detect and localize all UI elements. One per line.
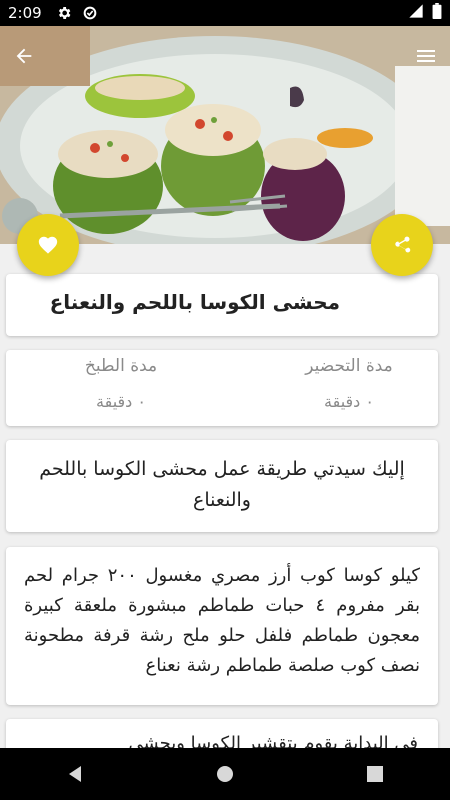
recipe-title: محشى الكوسا باللحم والنعناع [49, 290, 340, 314]
data-saver-icon [82, 5, 98, 21]
heart-icon [38, 236, 58, 254]
ingredients-text: كيلو كوسا كوب أرز مصري مغسول ٢٠٠ جرام لح… [24, 565, 420, 676]
recipe-hero-image [0, 26, 450, 244]
circle-home-icon [217, 766, 233, 782]
status-time: 2:09 [8, 4, 42, 22]
signal-icon [408, 3, 424, 23]
app-bar [0, 26, 450, 86]
recipe-intro-card: إليك سيدتي طريقة عمل محشى الكوسا باللحم … [6, 440, 438, 532]
ingredients-card: كيلو كوسا كوب أرز مصري مغسول ٢٠٠ جرام لح… [6, 547, 438, 705]
system-nav-bar [0, 748, 450, 800]
recipe-intro-text: إليك سيدتي طريقة عمل محشى الكوسا باللحم … [39, 458, 405, 511]
nav-recents-button[interactable] [345, 754, 405, 794]
prep-time-label: مدة التحضير [305, 356, 393, 376]
menu-icon [417, 50, 435, 62]
prep-time: مدة التحضير ٠ دقيقة [264, 356, 434, 411]
nav-home-button[interactable] [195, 754, 255, 794]
share-button[interactable] [371, 214, 433, 276]
menu-button[interactable] [402, 32, 450, 80]
recipe-times-card: مدة التحضير ٠ دقيقة مدة الطبخ ٠ دقيقة [6, 350, 438, 426]
back-button[interactable] [0, 32, 48, 80]
square-recents-icon [367, 766, 383, 782]
triangle-back-icon [69, 766, 81, 782]
battery-icon [432, 3, 442, 23]
favorite-button[interactable] [17, 214, 79, 276]
arrow-back-icon [16, 48, 32, 64]
share-icon [395, 236, 411, 253]
recipe-title-card: محشى الكوسا باللحم والنعناع [6, 274, 438, 336]
cook-time: مدة الطبخ ٠ دقيقة [36, 356, 206, 411]
cook-time-value: ٠ دقيقة [96, 392, 146, 411]
nav-back-button[interactable] [45, 754, 105, 794]
prep-time-value: ٠ دقيقة [324, 392, 374, 411]
cook-time-label: مدة الطبخ [84, 356, 158, 376]
status-bar: 2:09 [0, 0, 450, 26]
settings-gear-icon [56, 5, 72, 21]
